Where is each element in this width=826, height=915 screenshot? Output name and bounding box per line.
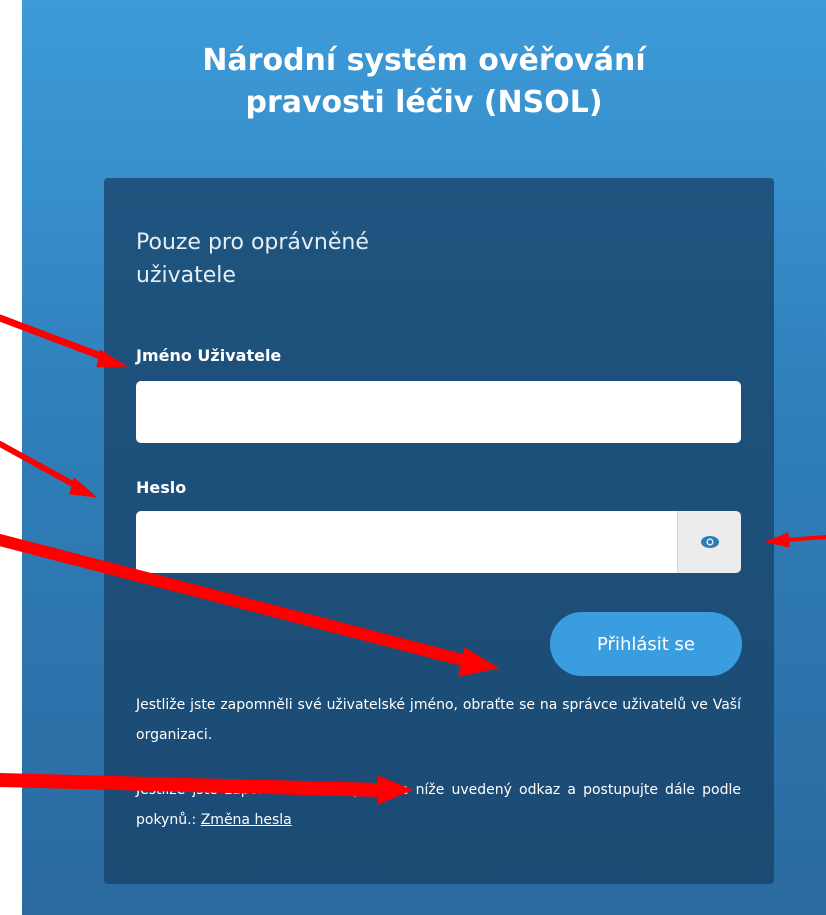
username-label: Jméno Uživatele xyxy=(136,346,282,365)
page-title: Národní systém ověřování pravosti léčiv … xyxy=(22,40,826,124)
page-title-line-2: pravosti léčiv (NSOL) xyxy=(245,85,603,120)
login-button[interactable]: Přihlásit se xyxy=(550,612,742,676)
password-input[interactable] xyxy=(136,511,677,573)
page-title-line-1: Národní systém ověřování xyxy=(202,43,646,78)
login-heading: Pouze pro oprávněné uživatele xyxy=(136,226,496,292)
forgot-username-text-content: Jestliže jste zapomněli své uživatelské … xyxy=(136,697,741,743)
login-heading-line-1: Pouze pro oprávněné xyxy=(136,230,369,255)
username-input[interactable] xyxy=(136,381,741,443)
login-page: Národní systém ověřování pravosti léčiv … xyxy=(22,0,826,915)
eye-icon xyxy=(700,536,719,548)
forgot-password-text: Jestliže jste zapomněli heslo, použijte … xyxy=(136,775,741,835)
forgot-username-text: Jestliže jste zapomněli své uživatelské … xyxy=(136,690,741,750)
login-heading-line-2: uživatele xyxy=(136,263,236,288)
password-label: Heslo xyxy=(136,478,187,497)
show-password-button[interactable] xyxy=(677,511,741,573)
login-card: Pouze pro oprávněné uživatele Jméno Uživ… xyxy=(104,178,774,884)
change-password-link[interactable]: Změna hesla xyxy=(201,812,292,828)
